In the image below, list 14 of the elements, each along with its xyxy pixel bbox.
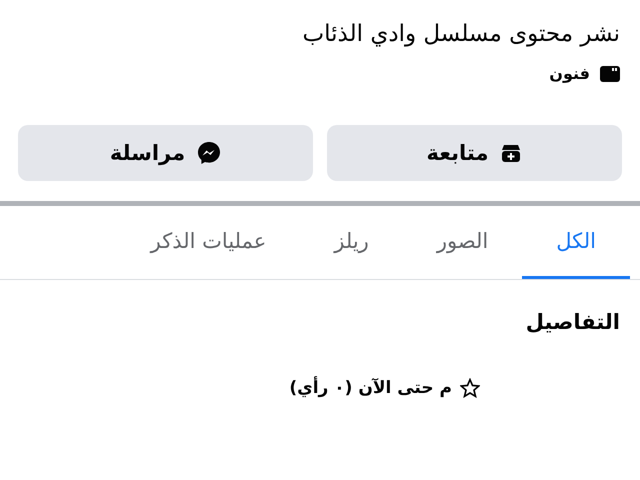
category-label: فنون [549,64,590,83]
rating-text: م حتى الآن (٠ رأي) [289,378,452,398]
message-button[interactable]: مراسلة [18,125,313,181]
star-icon [460,378,480,398]
page-title: نشر محتوى مسلسل وادي الذئاب [301,20,620,49]
tab[interactable]: عمليات الذكر [116,206,300,279]
messenger-icon [197,141,222,165]
follow-button[interactable]: متابعة [327,125,622,181]
tab[interactable]: ريلز [300,206,403,279]
follow-icon [500,142,522,164]
tab[interactable]: الصور [402,206,522,279]
details-heading: التفاصيل [524,310,620,334]
tab[interactable]: الكل [522,206,630,279]
clapperboard-icon [600,66,620,82]
